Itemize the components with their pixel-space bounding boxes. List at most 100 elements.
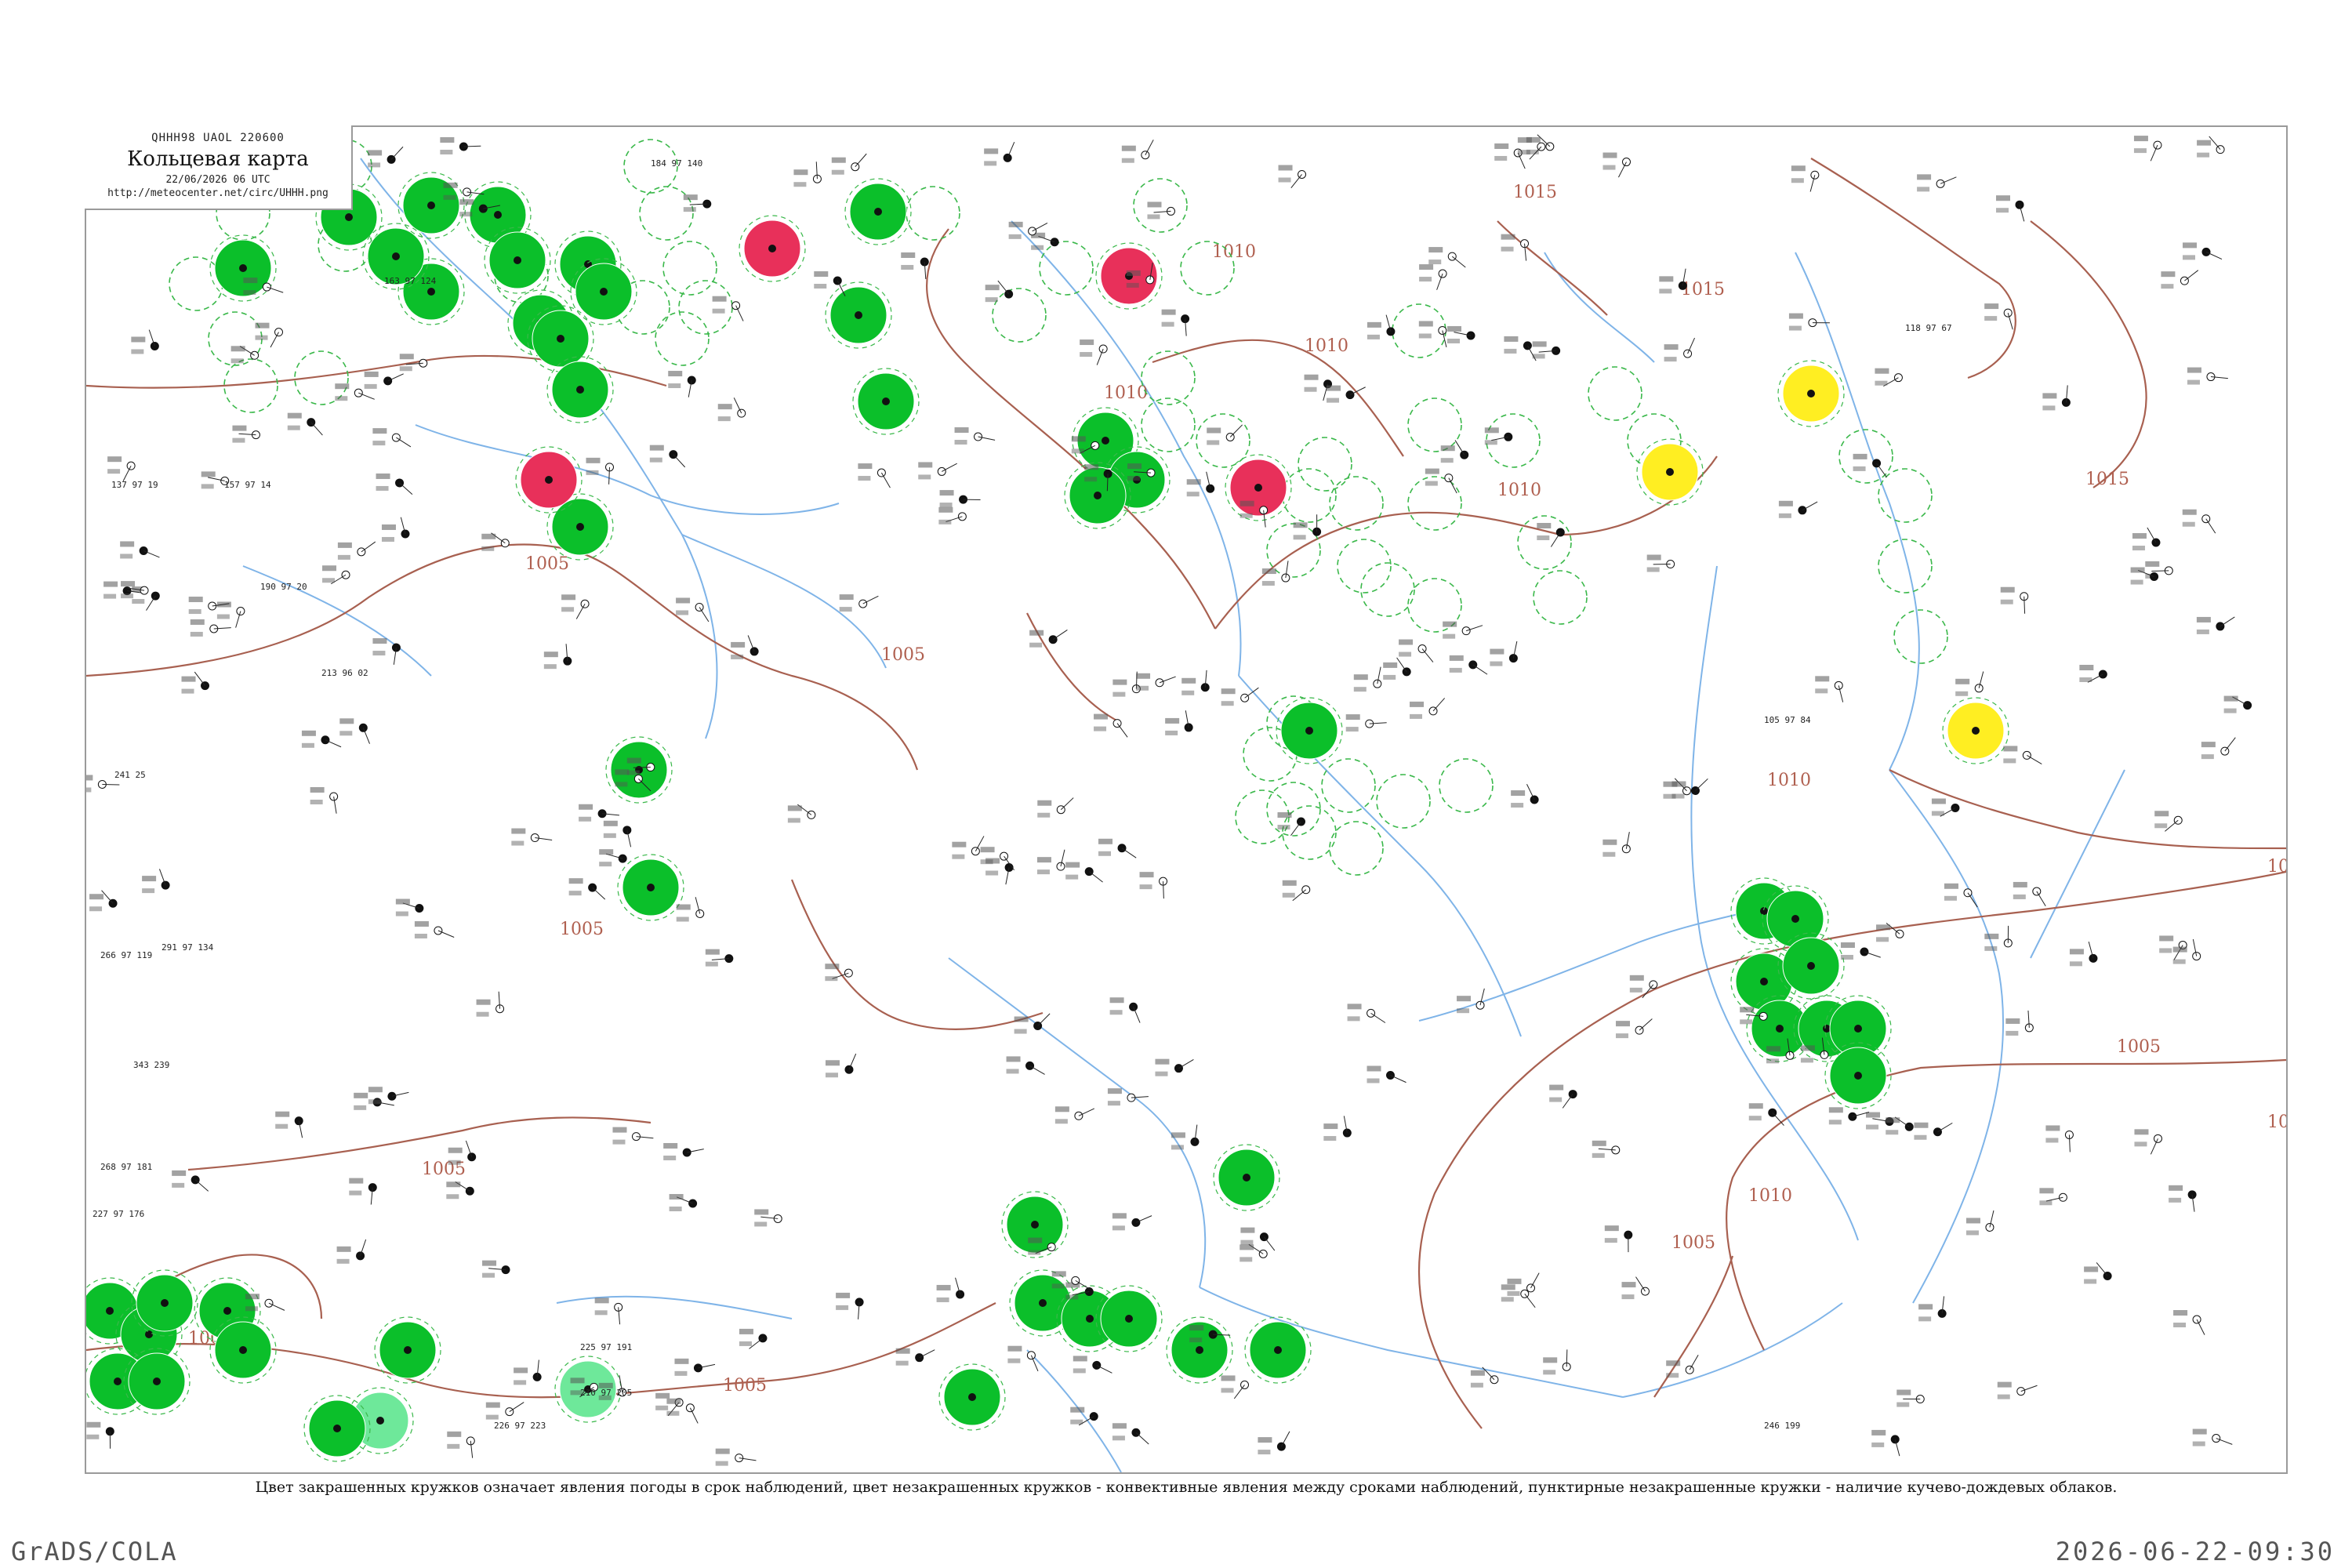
station-value-glyph — [1646, 567, 1660, 572]
station-value: 227 97 176 — [93, 1209, 144, 1219]
render-timestamp: 2026-06-22-09:30 — [2055, 1537, 2335, 1566]
station-value-glyph — [594, 1310, 608, 1316]
station-value-glyph — [1367, 334, 1380, 339]
wind-barb-icon — [1639, 1018, 1653, 1031]
station-value-glyph — [712, 296, 727, 302]
station-value-glyph — [1094, 726, 1107, 731]
station-plot — [1007, 1345, 1039, 1372]
station-plot — [1815, 676, 1844, 702]
wind-barb-icon — [1029, 1065, 1045, 1075]
station-plot — [1098, 838, 1137, 858]
station-plot — [739, 1328, 768, 1349]
station-plot — [1646, 554, 1675, 572]
station-value-glyph — [121, 593, 134, 599]
station-value-glyph — [1155, 1071, 1168, 1076]
station-value-glyph — [787, 805, 802, 811]
station-value-glyph — [1800, 1058, 1813, 1063]
station-value: 137 97 19 — [111, 480, 158, 490]
station-value-glyph — [1155, 1058, 1170, 1065]
station-value-glyph — [335, 396, 348, 401]
station-value-glyph — [120, 541, 135, 547]
station-plot — [612, 1127, 654, 1145]
map-url[interactable]: http://meteocenter.net/circ/UHHH.png — [85, 187, 351, 199]
station-value-glyph — [936, 1284, 951, 1290]
station-value-glyph — [368, 162, 381, 168]
wind-barb-icon — [146, 595, 156, 611]
cumulonimbus-dashed-ring-icon — [1180, 241, 1235, 296]
wind-barb-icon — [1121, 848, 1137, 858]
station-value-glyph — [1221, 1388, 1234, 1393]
isobar-labels: 1015 1010 1010 1010 1010 1005 1005 1005 … — [188, 183, 2286, 1396]
station-value-glyph — [586, 457, 601, 463]
station-value-glyph — [1501, 234, 1515, 240]
station-plot — [2045, 1125, 2074, 1152]
station-plot — [1840, 942, 1881, 960]
station-value-glyph — [89, 906, 103, 912]
station-value: 291 97 134 — [162, 942, 214, 953]
station-plot — [1367, 314, 1396, 339]
station-value-glyph — [1449, 667, 1462, 673]
station-circle-icon — [236, 607, 245, 616]
station-value-glyph — [858, 463, 873, 470]
station-value-glyph — [1065, 1294, 1079, 1300]
station-value-glyph — [459, 212, 473, 217]
station-value-glyph — [1896, 1389, 1911, 1396]
station-plot — [349, 1178, 377, 1205]
station-value-glyph — [446, 1194, 459, 1200]
station-value-glyph — [1470, 1370, 1485, 1376]
station-value-glyph — [836, 1292, 851, 1298]
station-value-glyph — [1278, 165, 1293, 171]
station-value-glyph — [2134, 1142, 2147, 1147]
station-value-glyph — [980, 847, 995, 853]
station-value-glyph — [663, 1142, 678, 1149]
station-value-glyph — [1054, 1106, 1069, 1112]
station-value-glyph — [1071, 448, 1084, 454]
station-value-glyph — [1517, 150, 1530, 155]
station-plot — [579, 804, 620, 822]
station-plot — [1221, 687, 1259, 706]
station-value-glyph — [1165, 730, 1178, 735]
station-value-glyph — [1036, 869, 1050, 875]
station-value-glyph — [448, 1160, 461, 1165]
station-value-glyph — [1740, 1019, 1753, 1025]
station-plot — [446, 1181, 474, 1200]
station-value-glyph — [103, 593, 117, 599]
station-circle-icon — [161, 880, 170, 890]
station-plot — [649, 445, 686, 468]
station-plot — [2003, 746, 2042, 764]
station-value-glyph — [2201, 754, 2214, 760]
station-value-glyph — [561, 607, 575, 612]
station-value: 184 97 140 — [651, 158, 702, 169]
wind-barb-icon — [855, 153, 867, 168]
isobar-label: 1015 — [2085, 470, 2129, 489]
station-value-glyph — [482, 1260, 497, 1266]
wind-barb-icon — [396, 437, 412, 448]
isobar-label: 1005 — [525, 554, 569, 574]
station-value-glyph — [2130, 579, 2143, 585]
station-plot — [984, 141, 1015, 166]
station-value-glyph — [372, 428, 387, 434]
wind-barb-icon — [1032, 222, 1048, 232]
station-value-glyph — [1997, 1381, 2012, 1388]
station-value-glyph — [2187, 367, 2201, 373]
station-value-glyph — [440, 136, 455, 143]
station-value-glyph — [831, 157, 846, 163]
station-value-glyph — [2173, 1310, 2188, 1316]
station-value-glyph — [1051, 1283, 1065, 1289]
station-value-glyph — [1147, 201, 1162, 208]
station-value-glyph — [399, 366, 412, 372]
station-value-glyph — [1604, 1225, 1619, 1232]
station-value-glyph — [188, 597, 203, 603]
station-value-glyph — [1494, 155, 1508, 161]
wind-barb-icon — [1562, 1094, 1573, 1109]
station-value-glyph — [1875, 380, 1888, 386]
station-value-glyph — [1028, 1250, 1041, 1255]
station-value-glyph — [1457, 1008, 1470, 1014]
station-value-glyph — [1853, 466, 1866, 471]
cloud-cover-dot-icon — [239, 1346, 247, 1354]
station-value-glyph — [1006, 1056, 1021, 1062]
wind-barb-icon — [194, 671, 205, 686]
station-value-glyph — [2045, 1138, 2059, 1143]
station-value-glyph — [2154, 823, 2168, 829]
station-value-glyph — [1621, 1282, 1636, 1288]
